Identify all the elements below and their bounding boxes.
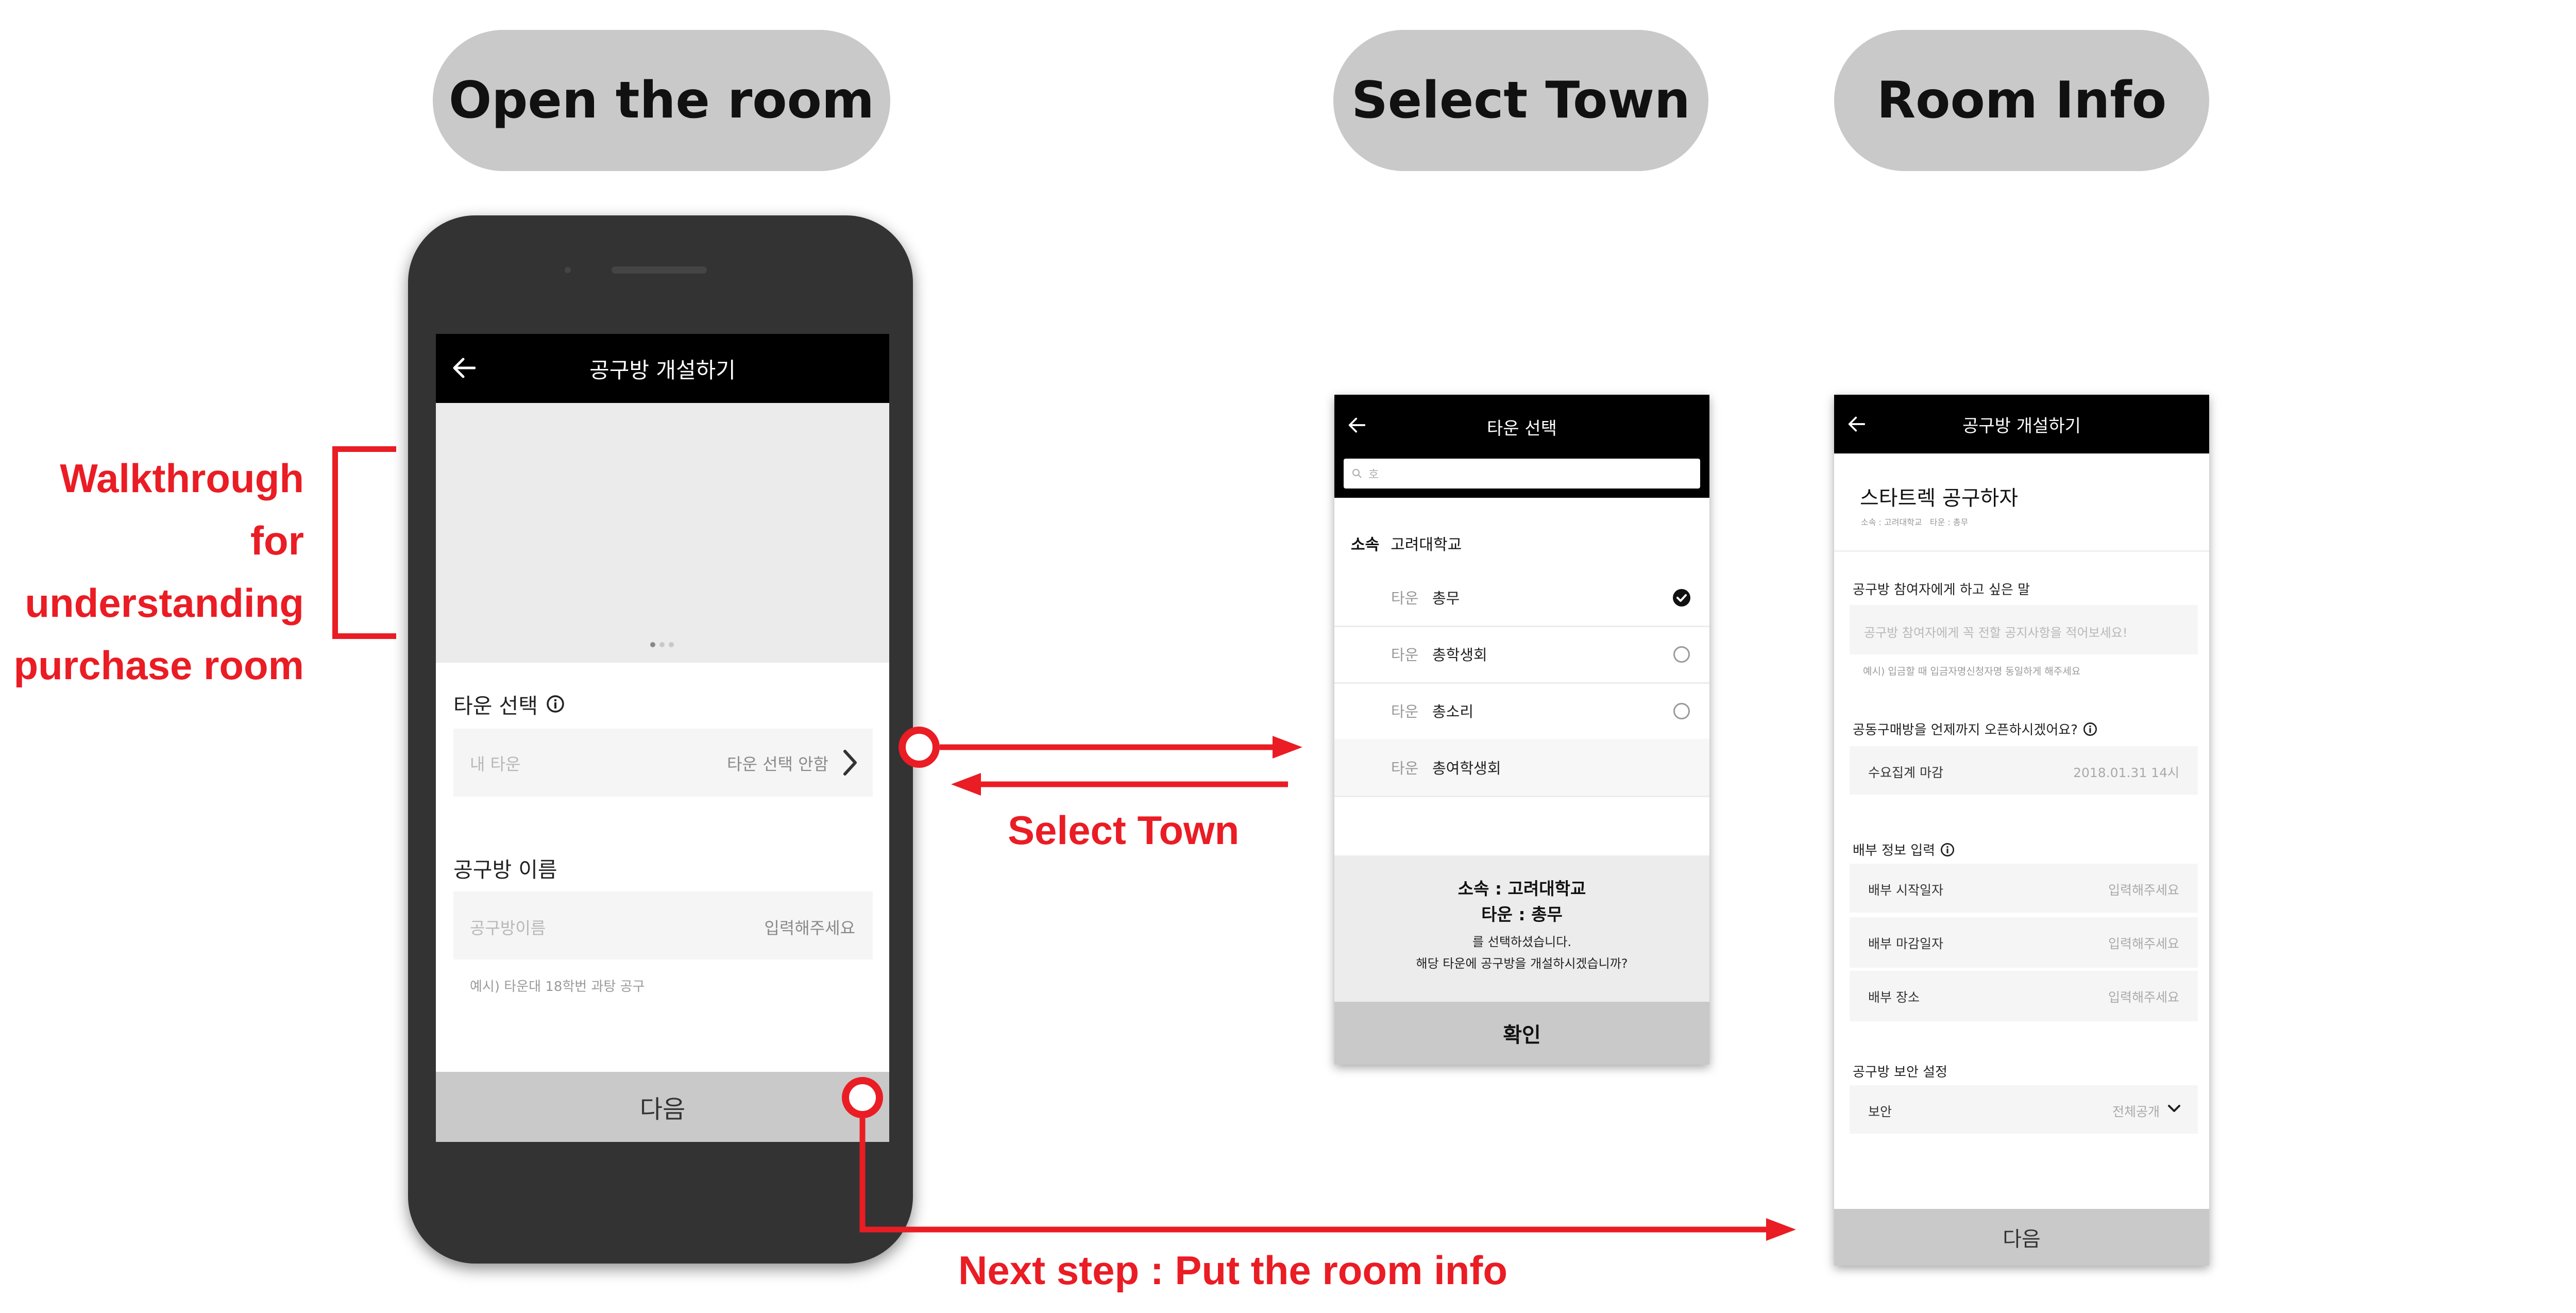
arrow-back-to-room-head <box>951 773 981 796</box>
arrow-to-room-info-head <box>1766 1218 1796 1241</box>
arrow-to-room-info <box>859 1118 1771 1233</box>
arrow-to-select-town-head <box>1273 736 1302 759</box>
next-step-annotation: Next step : Put the room info <box>958 1248 1508 1293</box>
flow-arrows <box>859 736 1796 1241</box>
select-town-annotation: Select Town <box>1008 807 1240 853</box>
